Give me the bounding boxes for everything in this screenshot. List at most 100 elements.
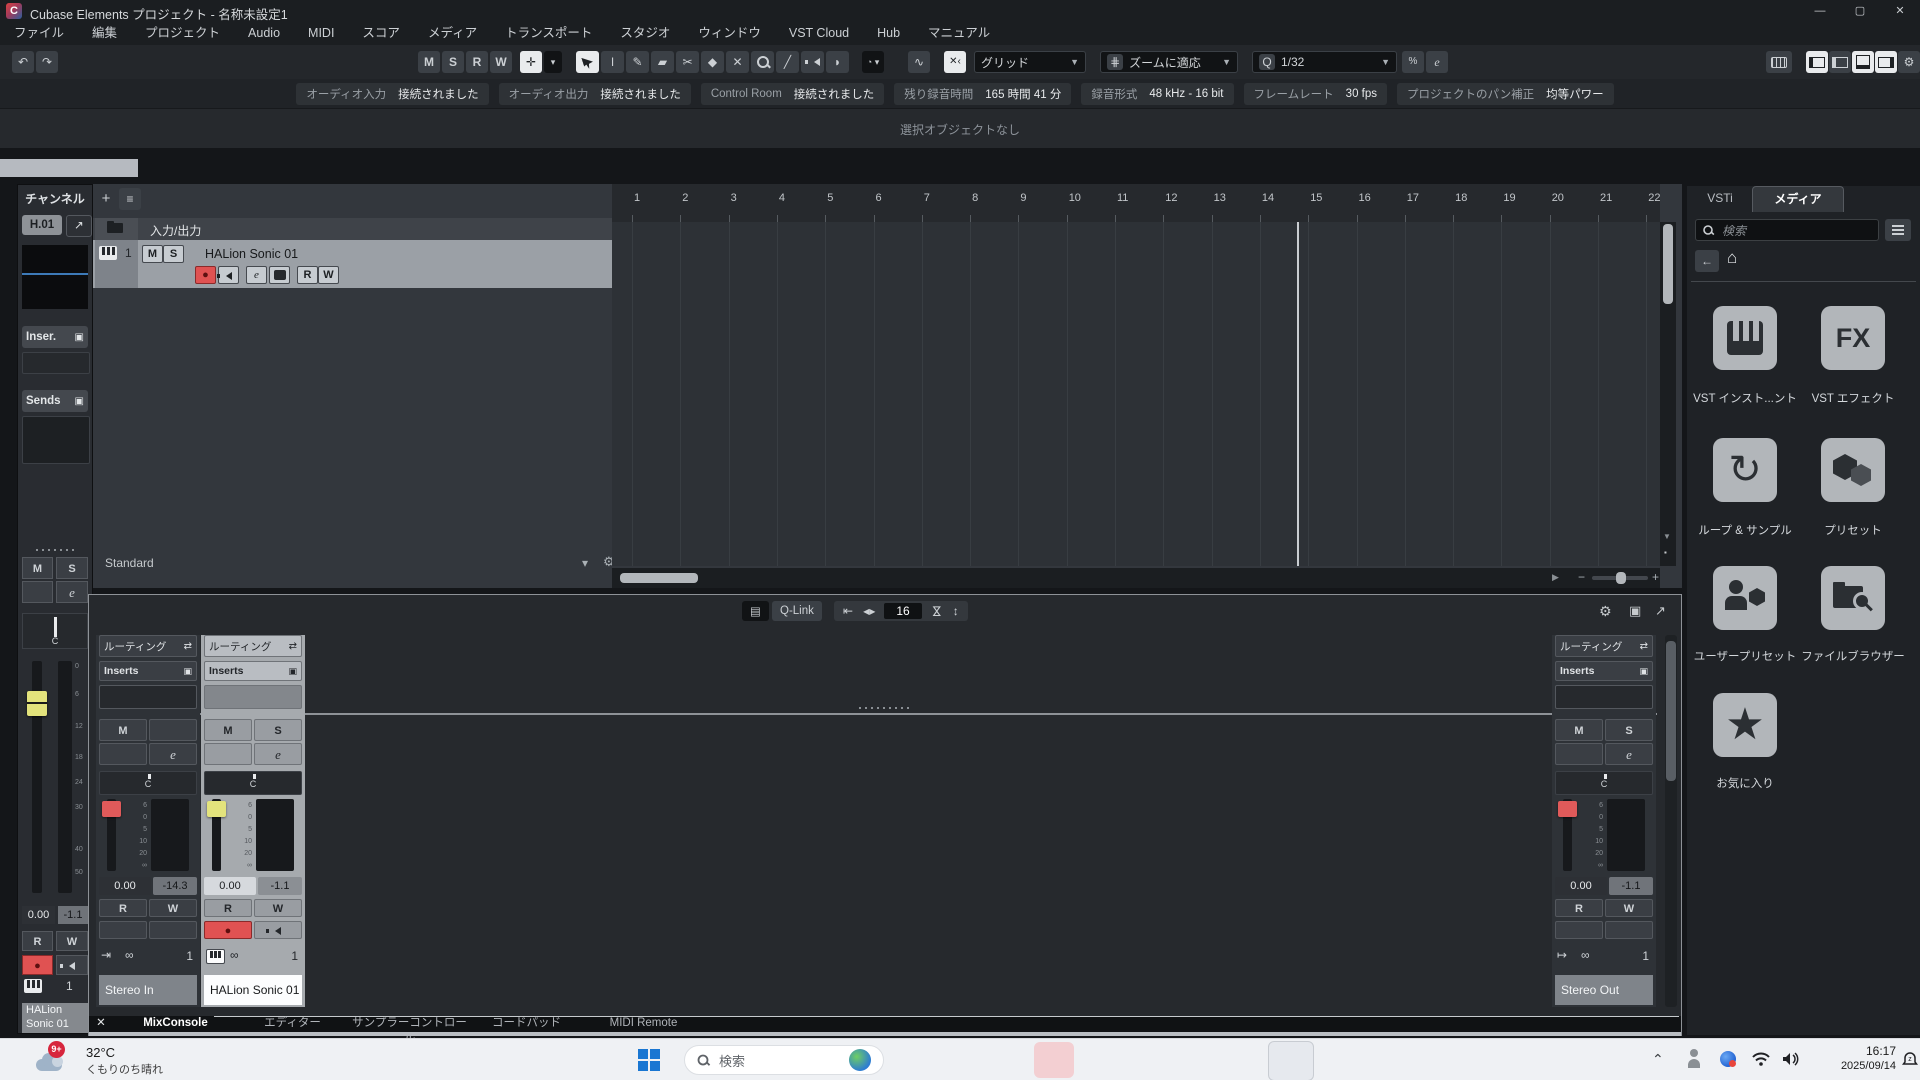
- menu-プロジェクト[interactable]: プロジェクト: [131, 22, 234, 45]
- mixer-gear-icon[interactable]: ⚙: [1599, 603, 1612, 620]
- inspector-toggle[interactable]: [1829, 51, 1851, 73]
- media-tile-piano[interactable]: [1713, 306, 1777, 370]
- minimize-button[interactable]: —: [1800, 0, 1840, 22]
- channel-monitor-button[interactable]: [56, 955, 88, 975]
- strip-read-button[interactable]: R: [99, 899, 147, 917]
- mixer-center-handle[interactable]: [859, 707, 913, 709]
- menu-ファイル[interactable]: ファイル: [0, 22, 78, 45]
- track-instrument-button[interactable]: [269, 266, 290, 284]
- status-フレームレート[interactable]: フレームレート30 fps: [1244, 83, 1387, 105]
- vertical-scrollbar[interactable]: ▼▪: [1660, 222, 1676, 566]
- close-button[interactable]: ✕: [1880, 0, 1920, 22]
- channel-edit-button[interactable]: e: [56, 581, 88, 603]
- onscreen-keyboard-icon[interactable]: [1766, 51, 1792, 73]
- menu-MIDI[interactable]: MIDI: [294, 22, 348, 45]
- status-Control Room[interactable]: Control Room接続されました: [701, 83, 884, 105]
- channel-record-button[interactable]: ●: [22, 955, 53, 975]
- strip-read-button[interactable]: R: [1555, 899, 1603, 917]
- snap-follow-icon[interactable]: ∿: [908, 51, 930, 73]
- tray-chevron-icon[interactable]: ⌃: [1652, 1051, 1664, 1068]
- auto-scroll-icon[interactable]: ✛: [520, 51, 542, 73]
- strip-mute-button[interactable]: M: [99, 719, 147, 741]
- iterative-quantize-icon[interactable]: %: [1402, 51, 1424, 73]
- track-solo-button[interactable]: S: [163, 245, 184, 263]
- menu-スタジオ[interactable]: スタジオ: [606, 22, 684, 45]
- updown-icon[interactable]: ↕: [948, 604, 964, 618]
- track-write-button[interactable]: W: [318, 266, 339, 284]
- split-tool[interactable]: ✂: [676, 51, 699, 73]
- channel-solo-button[interactable]: S: [56, 557, 88, 579]
- right-zone-toggle[interactable]: [1875, 51, 1897, 73]
- comp-tool-icon[interactable]: ◔ ▾: [862, 51, 884, 73]
- strip-edit-button[interactable]: e: [254, 743, 302, 765]
- fader-cap[interactable]: [1558, 801, 1577, 817]
- color-tool[interactable]: ◗: [826, 51, 849, 73]
- qlink-button[interactable]: Q-Link: [772, 601, 822, 621]
- back-icon[interactable]: ←: [1695, 250, 1719, 272]
- channel-id-button[interactable]: H.01: [22, 215, 62, 235]
- menu-VST Cloud[interactable]: VST Cloud: [775, 22, 863, 45]
- strip-solo-button[interactable]: S: [254, 719, 302, 741]
- hzoom-thumb[interactable]: [1616, 572, 1626, 584]
- tab-VSTi[interactable]: VSTi: [1695, 186, 1745, 211]
- channel-fader[interactable]: [32, 661, 42, 893]
- timeline-ruler[interactable]: 12345678910111213141516171819202122: [612, 184, 1660, 223]
- channel-read-button[interactable]: R: [22, 931, 53, 951]
- step-left-icon[interactable]: ⇤: [838, 604, 858, 618]
- routing-section[interactable]: ルーティング⇄: [1555, 635, 1653, 657]
- sends-display[interactable]: [22, 416, 90, 464]
- inserts-section[interactable]: Inserts▣: [99, 661, 197, 681]
- mixer-external-icon[interactable]: ↗: [1655, 603, 1666, 619]
- media-search-box[interactable]: 検索: [1695, 219, 1879, 241]
- track-row-halion[interactable]: 1MSHALion Sonic 01●eRW: [93, 240, 612, 288]
- volume-icon[interactable]: [1782, 1051, 1800, 1067]
- close-lower-zone-icon[interactable]: ✕: [93, 1016, 109, 1032]
- fader-cap[interactable]: [207, 801, 226, 817]
- notification-bell-icon[interactable]: z: [1902, 1050, 1918, 1068]
- mixer-strip-stereo-out[interactable]: ルーティング⇄Inserts▣MSeC6051020∞0.00-1.1RW↦∞1…: [1552, 635, 1656, 1007]
- snap-icon[interactable]: ✕‹: [944, 51, 966, 73]
- lower-zone-toggle[interactable]: [1852, 51, 1874, 73]
- zoom-out-icon[interactable]: −: [1578, 570, 1585, 584]
- automation-s-button[interactable]: S: [442, 51, 464, 73]
- wifi-icon[interactable]: [1752, 1052, 1770, 1066]
- eq-curve-display[interactable]: [22, 245, 88, 309]
- undo-icon[interactable]: ↶: [12, 51, 34, 73]
- status-オーディオ入力[interactable]: オーディオ入力接続されました: [296, 83, 488, 105]
- tray-color-orb-icon[interactable]: [1720, 1051, 1736, 1067]
- media-tile-file-browser[interactable]: [1821, 566, 1885, 630]
- expand-icon[interactable]: ◀▶: [858, 607, 880, 616]
- strip-solo-button[interactable]: S: [1605, 719, 1653, 741]
- menu-Hub[interactable]: Hub: [863, 22, 914, 45]
- strip-solo-button[interactable]: [149, 719, 197, 741]
- panel-resize-handle[interactable]: [36, 549, 74, 551]
- strip-write-button[interactable]: W: [1605, 899, 1653, 917]
- automation-w-button[interactable]: W: [490, 51, 512, 73]
- list-view-icon[interactable]: [1885, 219, 1911, 241]
- zoom-tool[interactable]: [751, 51, 774, 73]
- maximize-button[interactable]: ▢: [1840, 0, 1880, 22]
- mixer-strip-halion-sonic-01[interactable]: ルーティング⇄Inserts▣MSeC6051020∞0.00-1.1RW●∞1…: [201, 635, 305, 1007]
- insert-slot[interactable]: [1555, 685, 1653, 709]
- media-tile-loop[interactable]: ↻: [1713, 438, 1777, 502]
- track-record-button[interactable]: ●: [195, 266, 216, 284]
- start-button[interactable]: [638, 1049, 660, 1071]
- inserts-section[interactable]: Inserts▣: [1555, 661, 1653, 681]
- mixer-scrollbar[interactable]: [1665, 635, 1677, 1007]
- redo-icon[interactable]: ↷: [36, 51, 58, 73]
- home-icon[interactable]: ⌂: [1727, 248, 1737, 268]
- tray-person-icon[interactable]: [1686, 1049, 1702, 1069]
- status-オーディオ出力[interactable]: オーディオ出力接続されました: [499, 83, 691, 105]
- menu-スコア[interactable]: スコア: [348, 22, 414, 45]
- strip-edit-button[interactable]: e: [149, 743, 197, 765]
- menu-Audio[interactable]: Audio: [234, 22, 294, 45]
- channel-write-button[interactable]: W: [56, 931, 88, 951]
- menu-編集[interactable]: 編集: [78, 22, 131, 45]
- strip-edit-button[interactable]: e: [1605, 743, 1653, 765]
- routing-section[interactable]: ルーティング⇄: [204, 635, 302, 657]
- play-tool[interactable]: [801, 51, 824, 73]
- strip-pan-control[interactable]: C: [204, 771, 302, 795]
- insert-slot[interactable]: [204, 685, 302, 709]
- sends-section-button[interactable]: Sends▣: [22, 390, 88, 412]
- strip-fader[interactable]: [1563, 799, 1572, 871]
